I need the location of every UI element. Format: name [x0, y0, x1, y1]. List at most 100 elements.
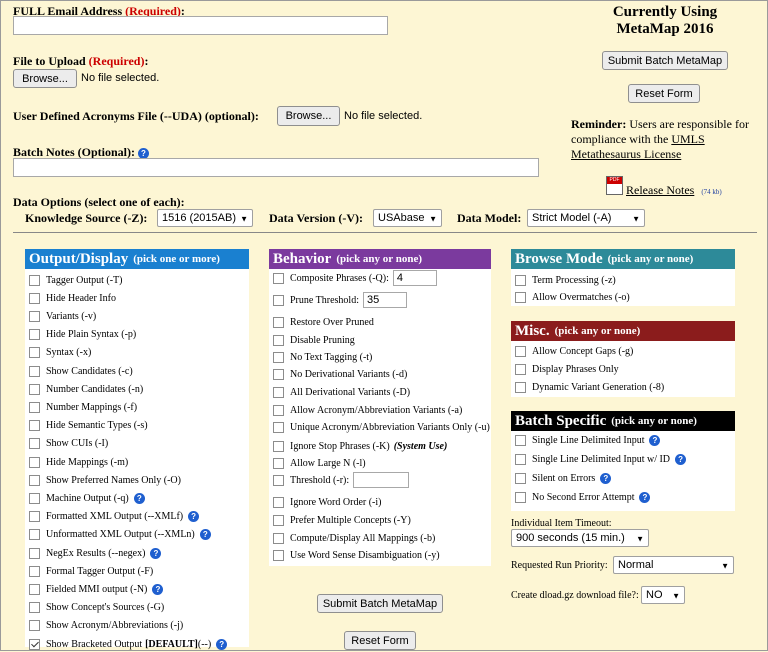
checkbox[interactable] [273, 404, 284, 416]
data-version-select[interactable]: USAbase ▼ [373, 209, 442, 227]
checkbox[interactable] [273, 316, 284, 328]
option-no-derivational-variants-d[interactable]: No Derivational Variants (-d) [273, 366, 407, 382]
option-single-line-delimited-input[interactable]: Single Line Delimited Input? [515, 432, 661, 448]
value-input[interactable]: 4 [392, 270, 437, 286]
option-allow-acronym-abbreviation-variants-a[interactable]: Allow Acronym/Abbreviation Variants (-a) [273, 402, 462, 418]
email-input[interactable] [13, 16, 388, 35]
checkbox[interactable] [515, 363, 526, 375]
option-allow-overmatches-o[interactable]: Allow Overmatches (-o) [515, 289, 630, 305]
checkbox[interactable] [29, 383, 40, 395]
help-icon[interactable]: ? [675, 453, 687, 465]
help-icon[interactable]: ? [150, 547, 162, 559]
option-display-phrases-only[interactable]: Display Phrases Only [515, 361, 619, 377]
option-negex-results-negex[interactable]: NegEx Results (--negex)? [29, 545, 162, 561]
option-allow-large-n-l[interactable]: Allow Large N (-l) [273, 455, 366, 471]
checkbox[interactable] [29, 638, 40, 650]
option-show-concept-s-sources-g[interactable]: Show Concept's Sources (-G) [29, 600, 164, 616]
help-icon[interactable]: ? [216, 638, 228, 650]
value-input[interactable] [353, 472, 410, 488]
option-fielded-mmi-output-n[interactable]: Fielded MMI output (-N)? [29, 581, 164, 597]
reset-form-bottom-button[interactable]: Reset Form [344, 631, 416, 650]
checkbox[interactable] [515, 472, 526, 484]
checkbox[interactable] [29, 329, 40, 341]
option-show-bracketed-output[interactable]: Show Bracketed Output [DEFAULT] (--)? [29, 636, 228, 652]
value-input[interactable]: 35 [362, 292, 407, 308]
option-single-line-delimited-input-w-id[interactable]: Single Line Delimited Input w/ ID? [515, 451, 687, 467]
submit-batch-top-button[interactable]: Submit Batch MetaMap [602, 51, 728, 70]
timeout-select[interactable]: 900 seconds (15 min.) ▼ [511, 529, 649, 547]
dload-select[interactable]: NO ▼ [641, 586, 685, 604]
option-term-processing-z[interactable]: Term Processing (-z) [515, 272, 616, 288]
checkbox[interactable] [515, 491, 526, 503]
option-disable-pruning[interactable]: Disable Pruning [273, 332, 355, 348]
option-show-preferred-names-only-o[interactable]: Show Preferred Names Only (-O) [29, 472, 181, 488]
checkbox[interactable] [29, 420, 40, 432]
option-hide-semantic-types-s[interactable]: Hide Semantic Types (-s) [29, 418, 148, 434]
option-ignore-word-order-i[interactable]: Ignore Word Order (-i) [273, 494, 381, 510]
help-icon[interactable]: ? [133, 492, 145, 504]
checkbox[interactable] [515, 291, 526, 303]
help-icon[interactable]: ? [199, 529, 211, 541]
option-formatted-xml-output-xmlf[interactable]: Formatted XML Output (--XMLf)? [29, 509, 200, 525]
checkbox[interactable] [273, 334, 284, 346]
checkbox[interactable] [29, 365, 40, 377]
checkbox[interactable] [29, 547, 40, 559]
checkbox[interactable] [29, 292, 40, 304]
checkbox[interactable] [515, 274, 526, 286]
checkbox[interactable] [29, 401, 40, 413]
option-number-candidates-n[interactable]: Number Candidates (-n) [29, 381, 143, 397]
option-formal-tagger-output-f[interactable]: Formal Tagger Output (-F) [29, 563, 153, 579]
file-browse-button[interactable]: Browse... [13, 69, 77, 88]
option-silent-on-errors[interactable]: Silent on Errors? [515, 470, 612, 486]
data-model-select[interactable]: Strict Model (-A) ▼ [527, 209, 645, 227]
option-machine-output-q[interactable]: Machine Output (-q)? [29, 490, 145, 506]
option-tagger-output-t[interactable]: Tagger Output (-T) [29, 272, 123, 288]
checkbox[interactable] [273, 474, 284, 486]
checkbox[interactable] [273, 440, 284, 452]
option-show-acronym-abbreviations-j[interactable]: Show Acronym/Abbreviations (-j) [29, 618, 183, 634]
option-allow-concept-gaps-g[interactable]: Allow Concept Gaps (-g) [515, 343, 633, 359]
option-composite-phrases-q[interactable]: Composite Phrases (-Q): 4 [273, 270, 437, 286]
checkbox[interactable] [273, 386, 284, 398]
option-hide-mappings-m[interactable]: Hide Mappings (-m) [29, 454, 128, 470]
option-hide-plain-syntax-p[interactable]: Hide Plain Syntax (-p) [29, 327, 136, 343]
checkbox[interactable] [273, 514, 284, 526]
checkbox[interactable] [273, 421, 284, 433]
option-no-second-error-attempt[interactable]: No Second Error Attempt? [515, 489, 651, 505]
checkbox[interactable] [29, 565, 40, 577]
option-compute-display-all-mappings-b[interactable]: Compute/Display All Mappings (-b) [273, 530, 435, 546]
option-number-mappings-f[interactable]: Number Mappings (-f) [29, 399, 137, 415]
option-prefer-multiple-concepts-y[interactable]: Prefer Multiple Concepts (-Y) [273, 512, 411, 528]
checkbox[interactable] [29, 511, 40, 523]
checkbox[interactable] [29, 310, 40, 322]
checkbox[interactable] [273, 549, 284, 561]
release-notes-link[interactable]: Release Notes [626, 183, 694, 197]
checkbox[interactable] [273, 272, 284, 284]
option-syntax-x[interactable]: Syntax (-x) [29, 345, 91, 361]
help-icon[interactable]: ? [649, 434, 661, 446]
checkbox[interactable] [29, 438, 40, 450]
knowledge-source-select[interactable]: 1516 (2015AB) ▼ [157, 209, 253, 227]
checkbox[interactable] [273, 496, 284, 508]
checkbox[interactable] [29, 456, 40, 468]
option-unique-acronym-abbreviation-variants-only-u[interactable]: Unique Acronym/Abbreviation Variants Onl… [273, 419, 490, 435]
option-unformatted-xml-output-xmln[interactable]: Unformatted XML Output (--XMLn)? [29, 527, 211, 543]
help-icon[interactable]: ? [600, 472, 612, 484]
uda-browse-button[interactable]: Browse... [277, 106, 340, 126]
option-show-candidates-c[interactable]: Show Candidates (-c) [29, 363, 133, 379]
option-restore-over-pruned[interactable]: Restore Over Pruned [273, 314, 374, 330]
help-icon[interactable]: ? [188, 511, 200, 523]
batch-notes-input[interactable] [13, 158, 539, 177]
checkbox[interactable] [273, 532, 284, 544]
option-show-cuis-i[interactable]: Show CUIs (-I) [29, 436, 108, 452]
option-ignore-stop-phrases-k[interactable]: Ignore Stop Phrases (-K) (System Use) [273, 438, 447, 454]
option-threshold-r[interactable]: Threshold (-r): [273, 472, 410, 488]
checkbox[interactable] [273, 294, 284, 306]
checkbox[interactable] [273, 368, 284, 380]
option-all-derivational-variants-d[interactable]: All Derivational Variants (-D) [273, 384, 410, 400]
checkbox[interactable] [29, 529, 40, 541]
option-dynamic-variant-generation-8[interactable]: Dynamic Variant Generation (-8) [515, 379, 664, 395]
checkbox[interactable] [29, 274, 40, 286]
option-variants-v[interactable]: Variants (-v) [29, 308, 96, 324]
checkbox[interactable] [29, 583, 40, 595]
